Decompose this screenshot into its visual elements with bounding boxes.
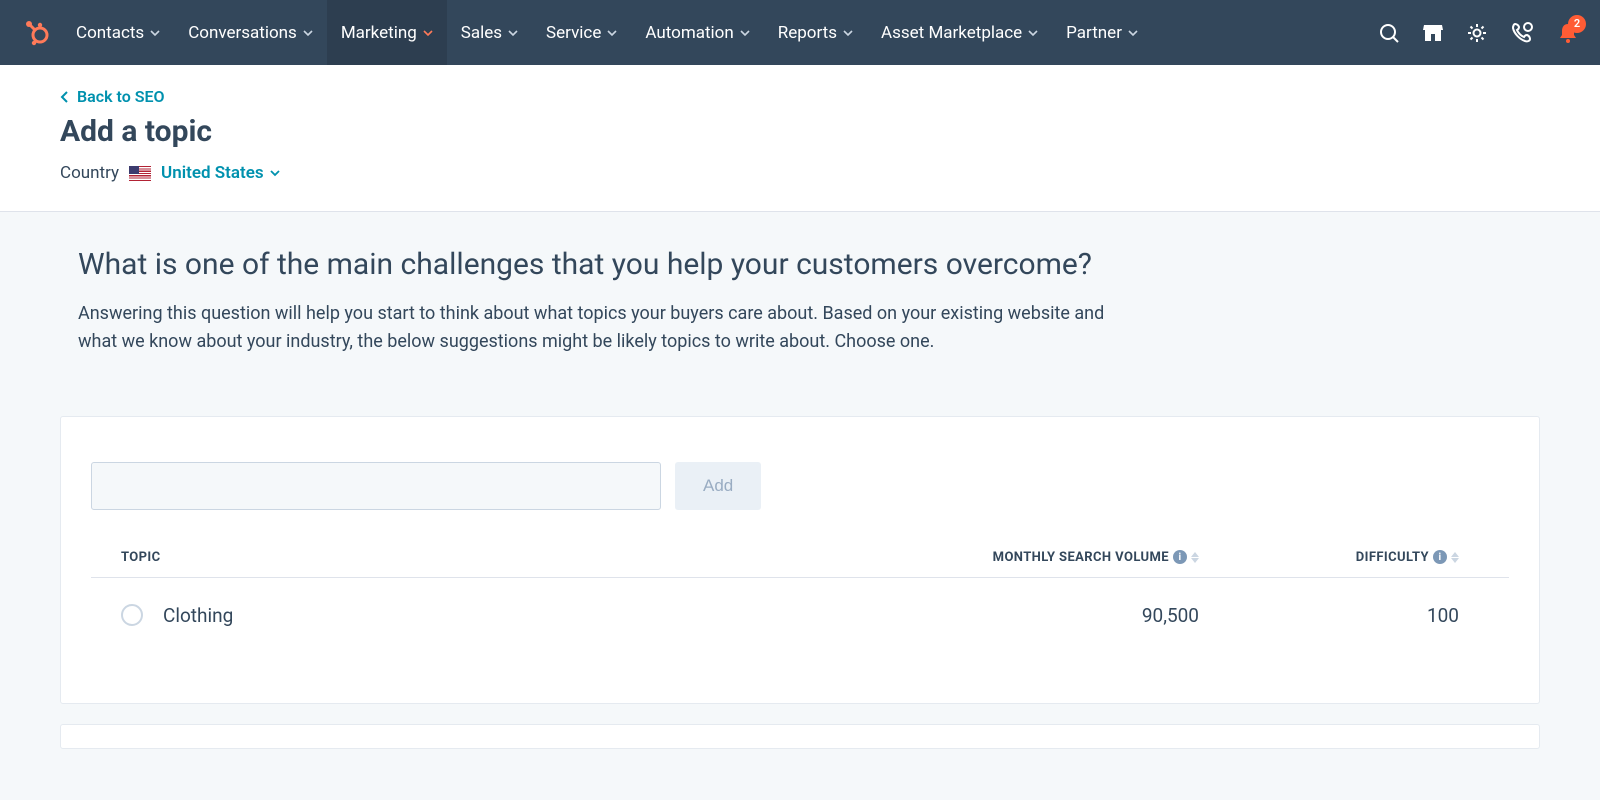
nav-asset-marketplace[interactable]: Asset Marketplace <box>867 0 1052 65</box>
nav-menu: Contacts Conversations Marketing Sales S… <box>62 0 1152 65</box>
chevron-left-icon <box>60 90 69 104</box>
country-row: Country United States <box>60 163 1540 183</box>
search-icon[interactable] <box>1378 22 1400 44</box>
chevron-down-icon <box>270 169 280 177</box>
col-msv-header[interactable]: MONTHLY SEARCH VOLUME i <box>969 550 1249 565</box>
table-row[interactable]: Clothing 90,500 100 <box>91 578 1509 653</box>
table-header: TOPIC MONTHLY SEARCH VOLUME i DIFFICULTY… <box>91 550 1509 578</box>
nav-marketing[interactable]: Marketing <box>327 0 447 65</box>
nav-reports[interactable]: Reports <box>764 0 867 65</box>
nav-sales[interactable]: Sales <box>447 0 532 65</box>
topic-card: Add TOPIC MONTHLY SEARCH VOLUME i DIFFIC… <box>60 416 1540 704</box>
nav-label: Reports <box>778 23 837 43</box>
page-header: Back to SEO Add a topic Country United S… <box>0 65 1600 212</box>
calling-icon[interactable] <box>1510 21 1534 45</box>
main-body: What is one of the main challenges that … <box>0 212 1600 376</box>
msv-cell: 90,500 <box>969 604 1249 627</box>
col-difficulty-label: DIFFICULTY <box>1356 550 1429 565</box>
notifications-icon[interactable]: 2 <box>1556 21 1580 45</box>
nav-label: Conversations <box>188 23 297 43</box>
chevron-down-icon <box>607 29 617 37</box>
topic-cell: Clothing <box>121 604 969 627</box>
topic-input[interactable] <box>91 462 661 510</box>
explainer-text: Answering this question will help you st… <box>78 300 1128 356</box>
country-label: Country <box>60 163 119 183</box>
nav-service[interactable]: Service <box>532 0 631 65</box>
topic-name: Clothing <box>163 604 233 627</box>
nav-label: Service <box>546 23 601 43</box>
info-icon[interactable]: i <box>1173 550 1187 564</box>
nav-label: Automation <box>645 23 733 43</box>
col-msv-label: MONTHLY SEARCH VOLUME <box>993 550 1169 565</box>
chevron-down-icon <box>508 29 518 37</box>
nav-label: Contacts <box>76 23 144 43</box>
chevron-down-icon <box>1028 29 1038 37</box>
nav-label: Sales <box>461 23 502 43</box>
col-difficulty-header[interactable]: DIFFICULTY i <box>1249 550 1479 565</box>
us-flag-icon <box>129 166 151 181</box>
difficulty-cell: 100 <box>1249 604 1479 627</box>
info-icon[interactable]: i <box>1433 550 1447 564</box>
col-topic-header[interactable]: TOPIC <box>121 550 969 565</box>
nav-utility-icons: 2 <box>1378 21 1580 45</box>
chevron-down-icon <box>843 29 853 37</box>
notification-count: 2 <box>1568 15 1586 33</box>
secondary-card <box>60 724 1540 749</box>
country-select[interactable]: United States <box>161 163 280 183</box>
chevron-down-icon <box>740 29 750 37</box>
topic-input-row: Add <box>91 462 1509 550</box>
nav-label: Asset Marketplace <box>881 23 1022 43</box>
add-button[interactable]: Add <box>675 462 761 510</box>
col-topic-label: TOPIC <box>121 550 161 565</box>
nav-conversations[interactable]: Conversations <box>174 0 327 65</box>
back-to-seo-link[interactable]: Back to SEO <box>60 87 165 106</box>
chevron-down-icon <box>150 29 160 37</box>
nav-label: Partner <box>1066 23 1122 43</box>
chevron-down-icon <box>1128 29 1138 37</box>
nav-partner[interactable]: Partner <box>1052 0 1152 65</box>
question-heading: What is one of the main challenges that … <box>78 247 1540 282</box>
settings-icon[interactable] <box>1466 22 1488 44</box>
nav-automation[interactable]: Automation <box>631 0 763 65</box>
page-title: Add a topic <box>60 114 1540 149</box>
hubspot-logo[interactable] <box>20 18 50 48</box>
chevron-down-icon <box>423 29 433 37</box>
sort-icon[interactable] <box>1191 552 1199 563</box>
chevron-down-icon <box>303 29 313 37</box>
top-nav: Contacts Conversations Marketing Sales S… <box>0 0 1600 65</box>
topic-table: TOPIC MONTHLY SEARCH VOLUME i DIFFICULTY… <box>91 550 1509 653</box>
sort-icon[interactable] <box>1451 552 1459 563</box>
topic-radio[interactable] <box>121 604 143 626</box>
marketplace-icon[interactable] <box>1422 22 1444 44</box>
country-value: United States <box>161 163 264 183</box>
back-link-label: Back to SEO <box>77 87 165 106</box>
nav-contacts[interactable]: Contacts <box>62 0 174 65</box>
nav-label: Marketing <box>341 23 417 43</box>
